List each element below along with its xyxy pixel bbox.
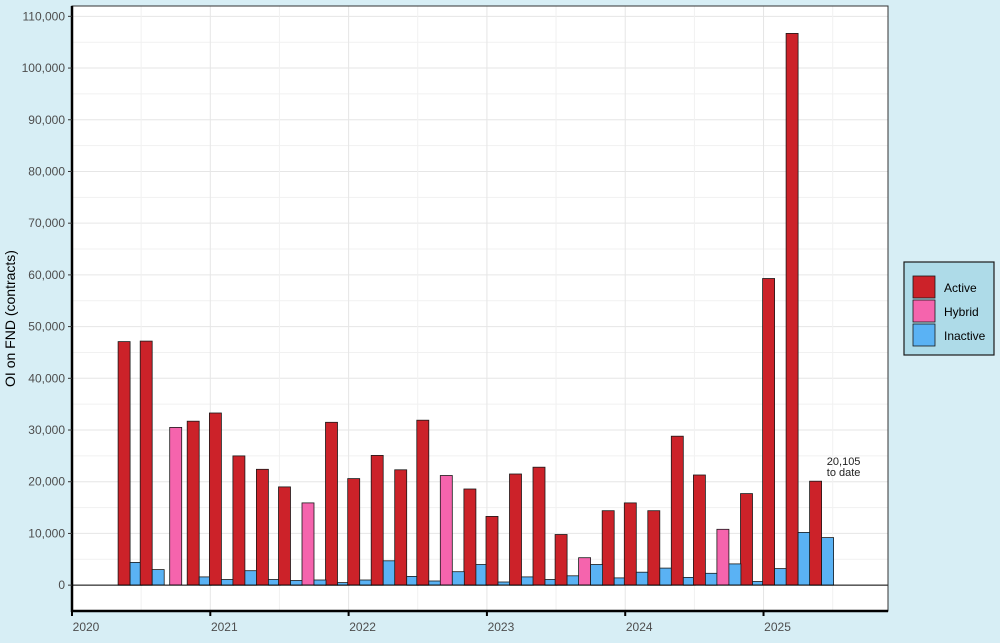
bar-hybrid <box>578 557 591 586</box>
bar-hybrid <box>301 502 315 586</box>
bar-inactive <box>290 580 303 586</box>
bar-active <box>463 488 477 586</box>
bar-inactive <box>151 569 165 586</box>
bar-hybrid <box>169 426 183 586</box>
y-tick-label: 40,000 <box>28 371 65 385</box>
legend-label-hybrid: Hybrid <box>944 305 979 319</box>
legend-label-active: Active <box>944 281 977 295</box>
bar-inactive <box>220 579 234 586</box>
annotations: 20,105to date <box>827 456 861 479</box>
bar-active <box>601 510 615 586</box>
legend: Active Hybrid Inactive <box>903 261 995 356</box>
y-tick-label: 70,000 <box>28 216 65 230</box>
bar-active <box>186 420 200 586</box>
y-tick-label: 10,000 <box>28 526 65 540</box>
bar-inactive <box>797 532 811 586</box>
bar-active <box>347 478 361 586</box>
y-tick-label: 60,000 <box>28 268 65 282</box>
bar-inactive <box>659 567 673 586</box>
bar-active <box>762 278 775 586</box>
bar-inactive <box>590 564 603 586</box>
bar-active <box>370 454 384 586</box>
legend-key-hybrid <box>912 299 936 323</box>
chart: 0 10,000 20,000 30,000 40,000 50,000 60,000 70,… <box>0 0 1000 638</box>
legend-label-inactive: Inactive <box>944 329 986 343</box>
x-tick-label: 2024 <box>626 620 653 634</box>
bar-inactive <box>382 560 396 586</box>
bar-active <box>509 473 522 586</box>
x-tick-label: 2023 <box>488 620 515 634</box>
bar-hybrid <box>439 475 453 586</box>
y-tick-label: 50,000 <box>28 320 65 334</box>
y-tick-label: 0 <box>58 578 65 592</box>
bar-active <box>670 435 684 586</box>
bar-active <box>623 502 637 586</box>
bar-active <box>647 510 661 586</box>
bar-active <box>208 412 222 586</box>
legend-key-active <box>912 275 936 299</box>
bar-active <box>485 516 499 586</box>
bar-inactive <box>705 572 718 586</box>
bar-hybrid <box>716 528 730 586</box>
bar-active <box>278 486 291 586</box>
bar-active <box>117 341 131 586</box>
x-tick-label: 2022 <box>349 620 376 634</box>
bar-inactive <box>521 576 534 586</box>
y-tick-label: 100,000 <box>22 61 66 75</box>
bar-active <box>740 493 753 586</box>
bar-active <box>693 474 706 586</box>
y-tick-label: 90,000 <box>28 113 65 127</box>
x-tick-label: 2021 <box>211 620 238 634</box>
bar-inactive <box>244 570 258 586</box>
x-tick-label: 2020 <box>73 620 100 634</box>
bar-inactive <box>728 563 742 586</box>
bar-active <box>809 480 822 586</box>
bar-inactive <box>635 571 649 586</box>
bar-inactive <box>428 580 442 586</box>
bar-active <box>532 466 546 586</box>
bar-active <box>394 469 408 586</box>
y-tick-label: 80,000 <box>28 164 65 178</box>
bar-active <box>554 534 568 586</box>
bar-active <box>139 340 153 586</box>
y-tick-label: 110,000 <box>23 9 66 23</box>
chart-svg: 0 10,000 20,000 30,000 40,000 50,000 60,000 70,… <box>2 5 995 634</box>
bar-inactive <box>313 579 327 586</box>
bar-active <box>255 468 269 586</box>
legend-key-inactive <box>912 323 936 347</box>
y-axis-label: OI on FND (contracts) <box>2 250 18 387</box>
x-tick-label: 2025 <box>764 620 791 634</box>
bar-annotation: to date <box>827 467 861 479</box>
y-tick-label: 30,000 <box>28 423 65 437</box>
bar-active <box>785 33 799 586</box>
bar-inactive <box>774 568 787 586</box>
bar-active <box>325 421 338 586</box>
bar-inactive <box>451 571 465 586</box>
bar-inactive <box>359 579 373 586</box>
y-tick-label: 20,000 <box>28 475 65 489</box>
bar-inactive <box>821 537 834 586</box>
bar-active <box>416 419 430 586</box>
bar-active <box>232 455 246 586</box>
bar-inactive <box>566 575 580 586</box>
bar-inactive <box>497 581 511 586</box>
